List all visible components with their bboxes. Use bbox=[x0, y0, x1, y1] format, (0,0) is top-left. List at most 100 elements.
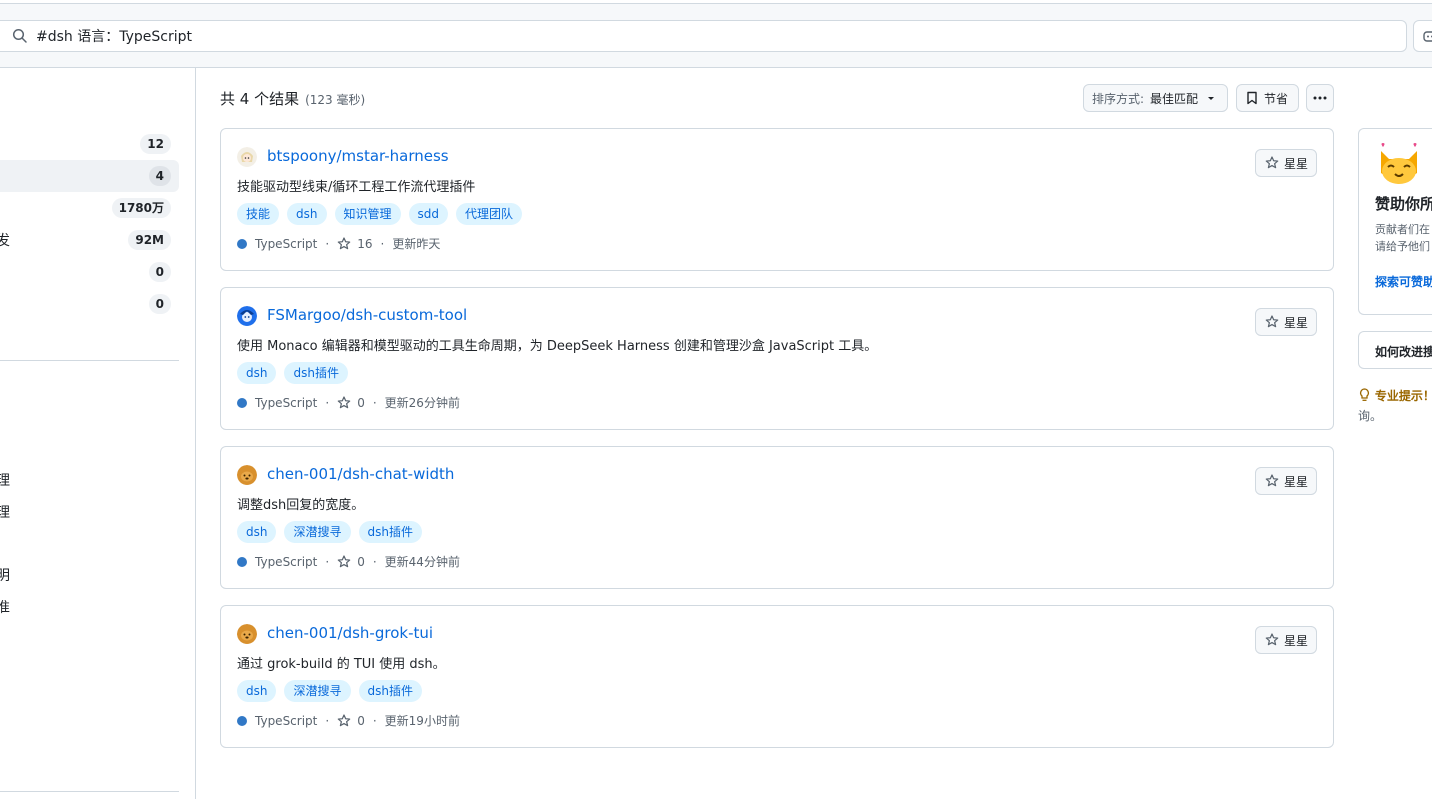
topic-tag[interactable]: 代理团队 bbox=[456, 203, 523, 225]
star-icon bbox=[1265, 633, 1279, 647]
star-icon bbox=[1265, 315, 1279, 329]
repo-description: 调整dsh回复的宽度。 bbox=[237, 498, 365, 513]
star-button[interactable]: 星星 bbox=[1255, 308, 1317, 336]
topic-tag[interactable]: dsh插件 bbox=[284, 362, 348, 384]
sidebar-filter-item[interactable]: 0 bbox=[0, 256, 179, 288]
star-icon bbox=[337, 395, 351, 410]
search-input[interactable]: #dsh 语言：TypeScript bbox=[0, 20, 1407, 52]
repo-meta: TypeScript · 0 · 更新26分钟前 bbox=[237, 394, 460, 411]
sidebar-link-fragment[interactable]: 明 bbox=[0, 565, 10, 585]
meta-separator: · bbox=[325, 236, 330, 251]
star-icon bbox=[337, 236, 351, 251]
sidebar-filter-item[interactable]: 发 92M bbox=[0, 224, 179, 256]
owner-avatar[interactable] bbox=[237, 147, 257, 167]
star-button[interactable]: 星星 bbox=[1255, 626, 1317, 654]
repo-language: TypeScript bbox=[255, 713, 318, 728]
sort-dropdown[interactable]: 排序方式: 最佳匹配 bbox=[1083, 84, 1228, 112]
star-button-label: 星星 bbox=[1284, 633, 1309, 648]
star-button-label: 星星 bbox=[1284, 474, 1309, 489]
sidebar-link-fragment[interactable]: 理 bbox=[0, 470, 10, 490]
search-icon bbox=[12, 28, 27, 43]
top-strip bbox=[0, 0, 1432, 4]
repo-result-card: FSMargoo/dsh-custom-tool 使用 Monaco 编辑器和模型… bbox=[220, 287, 1334, 430]
repo-language: TypeScript bbox=[255, 554, 318, 569]
sort-label: 排序方式: bbox=[1092, 91, 1145, 106]
star-icon bbox=[1265, 156, 1279, 170]
sponsor-desc-line1: 贡献者们在 bbox=[1375, 223, 1430, 236]
sidebar-filter-item[interactable]: 4 bbox=[0, 160, 179, 192]
sidebar-filter-item[interactable]: 1780万 bbox=[0, 192, 179, 224]
results-count: 共 4 个结果 bbox=[220, 90, 300, 108]
topic-tag[interactable]: dsh bbox=[237, 362, 277, 384]
improve-search-card[interactable]: 如何改进搜 bbox=[1358, 331, 1432, 369]
sponsor-description: 贡献者们在 请给予他们 bbox=[1375, 221, 1430, 255]
sidebar-filter-count: 0 bbox=[148, 262, 171, 282]
sidebar-filter-item[interactable]: 0 bbox=[0, 288, 179, 320]
repo-language: TypeScript bbox=[255, 395, 318, 410]
topic-tag[interactable]: dsh bbox=[237, 521, 277, 543]
save-label: 节省 bbox=[1264, 91, 1289, 106]
repo-result-card: btspoony/mstar-harness 技能驱动型线束/循环工程工作流代理插… bbox=[220, 128, 1334, 271]
repo-name-link[interactable]: chen-001/dsh-grok-tui bbox=[267, 624, 433, 642]
sponsor-card: 赞助你所 贡献者们在 请给予他们 探索可赞助 bbox=[1358, 128, 1432, 315]
star-button[interactable]: 星星 bbox=[1255, 149, 1317, 177]
star-icon bbox=[337, 713, 351, 728]
topic-tag[interactable]: dsh bbox=[237, 680, 277, 702]
repo-updated: 更新26分钟前 bbox=[384, 396, 460, 410]
repo-language: TypeScript bbox=[255, 236, 318, 251]
sidebar-filter-count: 12 bbox=[140, 134, 171, 154]
more-options-button[interactable] bbox=[1306, 84, 1334, 112]
repo-description: 使用 Monaco 编辑器和模型驱动的工具生命周期，为 DeepSeek Har… bbox=[237, 339, 878, 354]
star-button[interactable]: 星星 bbox=[1255, 467, 1317, 495]
meta-separator: · bbox=[372, 554, 377, 569]
topic-tag[interactable]: dsh插件 bbox=[358, 521, 422, 543]
meta-separator: · bbox=[325, 713, 330, 728]
topic-tag[interactable]: 深潜搜寻 bbox=[284, 680, 351, 702]
repo-result-card: chen-001/dsh-grok-tui 通过 grok-build 的 TUI… bbox=[220, 605, 1334, 748]
repo-description: 技能驱动型线束/循环工程工作流代理插件 bbox=[237, 180, 476, 195]
language-color-dot bbox=[237, 238, 247, 249]
repo-name-link[interactable]: btspoony/mstar-harness bbox=[267, 147, 449, 165]
sidebar-filter-item[interactable]: 12 bbox=[0, 128, 179, 160]
sidebar-filter-count: 4 bbox=[148, 166, 171, 186]
repo-star-count[interactable]: 0 bbox=[357, 396, 365, 410]
repo-topics: 技能 dsh 知识管理 sdd 代理团队 bbox=[237, 203, 523, 225]
topic-tag[interactable]: sdd bbox=[408, 203, 449, 225]
protip-continuation: 询。 bbox=[1358, 409, 1383, 423]
copilot-button[interactable] bbox=[1413, 20, 1432, 52]
sidebar-filter-count: 0 bbox=[148, 294, 171, 314]
topic-tag[interactable]: dsh插件 bbox=[358, 680, 422, 702]
repo-star-count[interactable]: 0 bbox=[357, 555, 365, 569]
save-search-button[interactable]: 节省 bbox=[1236, 84, 1299, 112]
repo-updated: 更新昨天 bbox=[392, 237, 441, 251]
explore-sponsors-link[interactable]: 探索可赞助 bbox=[1375, 273, 1432, 290]
meta-separator: · bbox=[325, 554, 330, 569]
topic-tag[interactable]: dsh bbox=[287, 203, 327, 225]
sidebar-link-fragment[interactable]: 准 bbox=[0, 597, 10, 617]
repo-topics: dsh 深潜搜寻 dsh插件 bbox=[237, 680, 422, 702]
sidebar-link-fragment[interactable]: 理 bbox=[0, 502, 10, 522]
repo-name-link[interactable]: chen-001/dsh-chat-width bbox=[267, 465, 454, 483]
repo-meta: TypeScript · 16 · 更新昨天 bbox=[237, 235, 440, 252]
search-query: #dsh 语言：TypeScript bbox=[36, 29, 192, 45]
repo-meta: TypeScript · 0 · 更新44分钟前 bbox=[237, 553, 460, 570]
topic-tag[interactable]: 技能 bbox=[237, 203, 280, 225]
repo-star-count[interactable]: 16 bbox=[357, 237, 372, 251]
language-color-dot bbox=[237, 556, 247, 567]
sidebar-filter-count: 1780万 bbox=[111, 198, 171, 218]
kebab-horizontal-icon bbox=[1313, 96, 1327, 100]
lightbulb-icon bbox=[1360, 388, 1369, 401]
language-color-dot bbox=[237, 397, 247, 408]
owner-avatar[interactable] bbox=[237, 306, 257, 326]
owner-avatar[interactable] bbox=[237, 465, 257, 485]
star-button-label: 星星 bbox=[1284, 156, 1309, 171]
repo-star-count[interactable]: 0 bbox=[357, 714, 365, 728]
sidebar-divider bbox=[0, 791, 179, 792]
topic-tag[interactable]: 知识管理 bbox=[334, 203, 401, 225]
sidebar-filter-label: 发 bbox=[0, 233, 10, 249]
topic-tag[interactable]: 深潜搜寻 bbox=[284, 521, 351, 543]
repo-name-link[interactable]: FSMargoo/dsh-custom-tool bbox=[267, 306, 467, 324]
repo-description: 通过 grok-build 的 TUI 使用 dsh。 bbox=[237, 657, 446, 672]
owner-avatar[interactable] bbox=[237, 624, 257, 644]
filter-sidebar: 12 4 1780万发 92M 0 0 理理明准 bbox=[0, 68, 196, 799]
